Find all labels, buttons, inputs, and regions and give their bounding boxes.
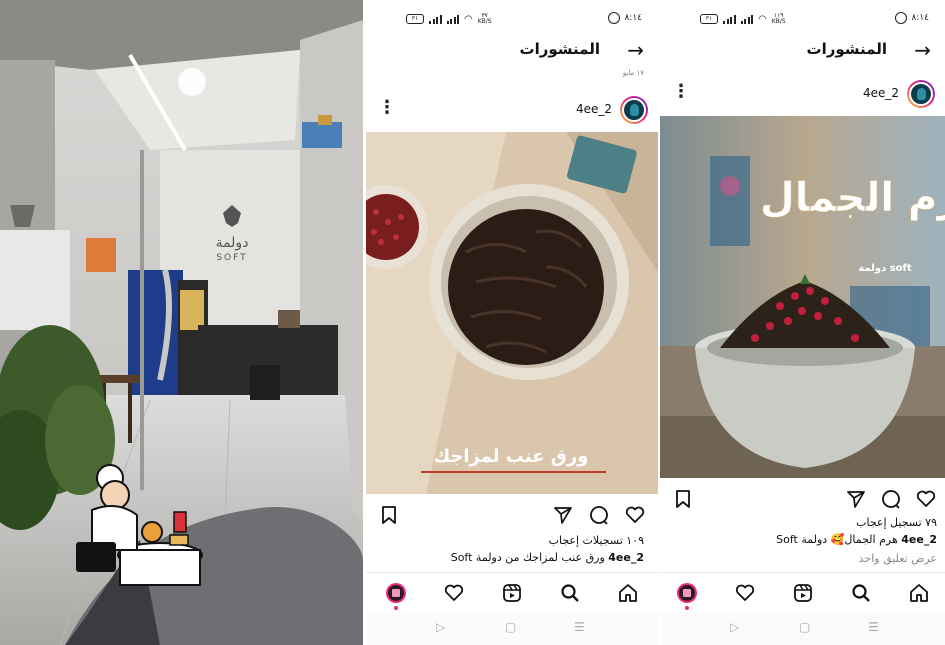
net-speed-unit: KB/S (477, 18, 492, 25)
caption-username[interactable]: 4ee_2 (608, 551, 644, 564)
restaurant-photo: دولمة SOFT (0, 0, 363, 645)
likes-count[interactable]: ٧٩ تسجيل إعجاب (856, 516, 937, 529)
whatsapp-icon (608, 12, 620, 24)
grape-leaves-pyramid-photo: هرم الجمال دولمة soft (660, 116, 945, 478)
post-header: 4ee_2 ⋮ (366, 96, 658, 128)
signal-icon (723, 14, 736, 24)
instagram-post-screen-2: ٨:١٤ ٣١ ◠ ١١٩ KB/S المنشورات → 4ee_2 ⋮ م… (660, 0, 945, 645)
activity-heart-icon[interactable] (733, 581, 757, 605)
share-send-icon[interactable] (845, 488, 867, 510)
profile-icon[interactable] (384, 581, 408, 605)
bookmark-icon[interactable] (672, 488, 694, 510)
caption-username[interactable]: 4ee_2 (901, 533, 937, 546)
post-actions (660, 488, 945, 514)
post-image-text: ورق عنب لمزاجك (434, 446, 589, 467)
battery-icon: ٣١ (700, 14, 718, 24)
post-image[interactable]: هرم الجمال دولمة soft (660, 116, 945, 478)
more-options-icon[interactable]: ⋮ (378, 98, 396, 118)
sign-arabic-text: دولمة (216, 235, 249, 251)
post-actions (366, 504, 658, 530)
battery-icon: ٣١ (406, 14, 424, 24)
net-speed-unit: KB/S (771, 18, 786, 25)
caption-text: ورق عنب لمزاجك من دولمة Soft (450, 551, 605, 564)
like-heart-icon[interactable] (915, 488, 937, 510)
restaurant-interior-image: دولمة SOFT (0, 0, 363, 645)
post-username[interactable]: 4ee_2 (576, 102, 612, 116)
post-image[interactable]: ورق عنب لمزاجك (366, 132, 658, 494)
instagram-post-screen-1: ٨:١٤ ٣١ ◠ ٣٧ KB/S المنشورات → ١٧ مايو 4ee… (366, 0, 658, 645)
like-heart-icon[interactable] (624, 504, 646, 526)
post-caption: 4ee_2 هرم الجمال🥰 دولمة Soft (776, 533, 937, 546)
search-icon[interactable] (849, 581, 873, 605)
signal-icon-2 (740, 14, 753, 24)
wifi-icon: ◠ (758, 13, 767, 25)
back-arrow-icon[interactable]: → (914, 38, 931, 62)
status-time: ٨:١٤ (624, 13, 642, 23)
profile-icon[interactable] (675, 581, 699, 605)
caption-text: هرم الجمال🥰 دولمة Soft (776, 533, 898, 546)
likes-count[interactable]: ١٠٩ تسجيلات إعجاب (549, 534, 644, 547)
date-hint: ١٧ مايو (622, 69, 644, 77)
signal-icon (429, 14, 442, 24)
bookmark-icon[interactable] (378, 504, 400, 526)
signal-icon-2 (446, 14, 459, 24)
reels-icon[interactable] (791, 581, 815, 605)
image-title-text: هرم الجمال (760, 175, 945, 221)
wifi-icon: ◠ (464, 13, 473, 25)
bottom-nav (660, 572, 945, 613)
avatar[interactable] (907, 80, 935, 108)
comment-icon[interactable] (880, 488, 902, 510)
system-back-icon[interactable]: ▷ (730, 620, 739, 634)
whatsapp-icon (895, 12, 907, 24)
reels-icon[interactable] (500, 581, 524, 605)
page-title: المنشورات (519, 40, 600, 58)
home-icon[interactable] (616, 581, 640, 605)
bottom-nav (366, 572, 658, 613)
comment-icon[interactable] (588, 504, 610, 526)
page-title: المنشورات (806, 40, 887, 58)
post-username[interactable]: 4ee_2 (863, 86, 899, 100)
activity-heart-icon[interactable] (442, 581, 466, 605)
notification-dot (685, 606, 689, 610)
view-comments-link[interactable]: عرض تعليق واحد (859, 552, 937, 565)
system-home-icon[interactable]: ▢ (505, 620, 516, 634)
notification-dot (394, 606, 398, 610)
stuffed-grape-leaves-photo: ورق عنب لمزاجك (366, 132, 658, 494)
status-bar: ٨:١٤ ٣١ ◠ ١١٩ KB/S (660, 10, 945, 28)
system-menu-icon[interactable]: ☰ (574, 620, 585, 634)
back-arrow-icon[interactable]: → (627, 38, 644, 62)
header: المنشورات → (660, 38, 945, 64)
home-icon[interactable] (907, 581, 931, 605)
system-navigation: ▷ ▢ ☰ (366, 612, 658, 645)
system-back-icon[interactable]: ▷ (436, 620, 445, 634)
search-icon[interactable] (558, 581, 582, 605)
status-bar: ٨:١٤ ٣١ ◠ ٣٧ KB/S (366, 10, 658, 28)
system-home-icon[interactable]: ▢ (799, 620, 810, 634)
system-menu-icon[interactable]: ☰ (868, 620, 879, 634)
system-navigation: ▷ ▢ ☰ (660, 612, 945, 645)
image-sub-text: دولمة soft (858, 263, 912, 274)
share-send-icon[interactable] (552, 504, 574, 526)
sign-soft-text: SOFT (216, 253, 247, 263)
avatar[interactable] (620, 96, 648, 124)
status-time: ٨:١٤ (911, 13, 929, 23)
header: المنشورات → (366, 38, 658, 64)
post-header: 4ee_2 ⋮ (660, 80, 945, 112)
post-caption: 4ee_2 ورق عنب لمزاجك من دولمة Soft (451, 551, 644, 564)
more-options-icon[interactable]: ⋮ (672, 82, 690, 102)
